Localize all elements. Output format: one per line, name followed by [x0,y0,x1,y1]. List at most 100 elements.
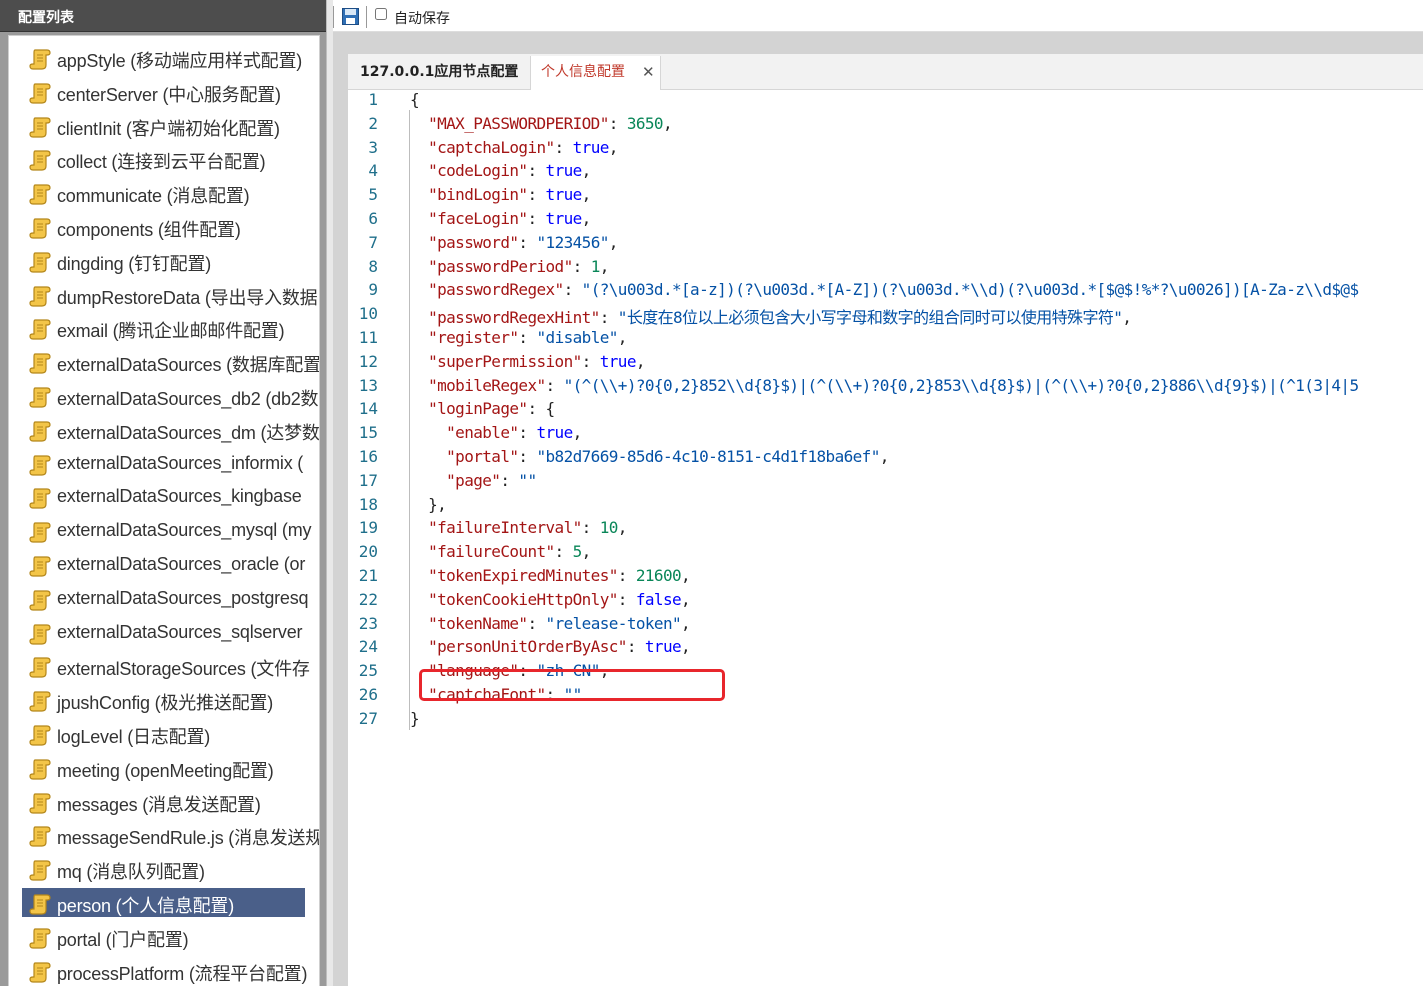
line-number: 26 [358,685,378,704]
config-item[interactable]: components (组件配置) [9,211,319,245]
code-line: "tokenCookieHttpOnly": false, [428,589,691,609]
config-item[interactable]: logLevel (日志配置) [9,718,319,752]
line-number: 14 [358,399,378,419]
config-item[interactable]: externalDataSources_postgresq [9,583,319,617]
scroll-icon [29,589,51,611]
code-line: }, [410,494,447,514]
config-item[interactable]: person (个人信息配置) [9,887,319,921]
config-item-label: jpushConfig (极光推送配置) [57,693,274,714]
line-number: 17 [358,470,378,490]
config-item-label: messages (消息发送配置) [57,794,261,815]
scroll-icon [29,318,51,340]
autosave-checkbox[interactable] [375,8,387,20]
config-item[interactable]: mq (消息队列配置) [9,853,319,887]
code-line: "faceLogin": true, [428,209,591,228]
line-number: 10 [358,304,378,324]
config-item[interactable]: portal (门户配置) [9,921,319,955]
toolbar-divider [366,6,367,28]
config-item-label: externalDataSources_mysql (my [57,520,312,541]
line-number: 3 [368,137,378,157]
config-item[interactable]: meeting (openMeeting配置) [9,752,319,786]
code-line: "passwordRegex": "(?\u003d.*[a-z])(?\u00… [428,280,1359,300]
line-number: 13 [358,375,378,395]
config-item-label: externalDataSources (数据库配置 [57,355,319,376]
tab-person-config[interactable]: 个人信息配置 ✕ [530,56,661,90]
config-item[interactable]: dingding (钉钉配置) [9,245,319,279]
scroll-icon [29,454,51,476]
config-item[interactable]: exmail (腾讯企业邮邮件配置) [9,312,319,346]
config-item[interactable]: externalDataSources_kingbase [9,481,319,515]
scroll-icon [29,420,51,442]
config-item-label: mq (消息队列配置) [57,862,205,883]
config-item-label: meeting (openMeeting配置) [57,760,274,781]
config-list-header: 配置列表 [0,0,326,32]
scroll-icon [29,690,51,712]
line-number: 5 [368,185,378,205]
code-line: "codeLogin": true, [428,161,591,181]
line-number: 23 [358,613,378,633]
line-number: 22 [358,589,378,609]
scroll-icon [29,555,51,577]
config-list[interactable]: appStyle (移动端应用样式配置) centerServer (中心服务配置… [8,35,320,986]
config-item-label: appStyle (移动端应用样式配置) [57,51,303,71]
config-item-label: communicate (消息配置) [57,186,250,207]
config-item[interactable]: jpushConfig (极光推送配置) [9,684,319,718]
config-item[interactable]: clientInit (客户端初始化配置) [9,110,319,144]
line-number: 12 [358,351,378,371]
config-item[interactable]: messageSendRule.js (消息发送规 [9,819,319,853]
line-number: 25 [358,661,378,681]
config-item-label: portal (门户配置) [57,929,189,950]
line-number: 2 [368,113,378,133]
editor-frame: 127.0.0.1应用节点配置 个人信息配置 ✕ 1 {2 "MAX_PASSWO… [348,54,1423,986]
code-line: "personUnitOrderByAsc": true, [428,637,691,657]
scroll-icon [29,758,51,780]
config-item[interactable]: externalDataSources (数据库配置 [9,346,319,380]
config-item[interactable]: messages (消息发送配置) [9,786,319,820]
code-line: "bindLogin": true, [428,185,591,205]
code-line: "failureInterval": 10, [428,518,627,538]
config-item[interactable]: externalDataSources_oracle (or [9,549,319,583]
scroll-icon [29,82,51,104]
highlight-box [419,669,725,701]
config-item[interactable]: dumpRestoreData (导出导入数据 [9,279,319,313]
config-item[interactable]: externalDataSources_informix ( [9,448,319,482]
config-item[interactable]: externalStorageSources (文件存 [9,650,319,684]
line-number: 18 [358,494,378,514]
tab-bar: 127.0.0.1应用节点配置 个人信息配置 ✕ [348,54,1423,90]
code-line: "portal": "b82d7669-85d6-4c10-8151-c4d1f… [446,447,889,466]
config-item-label: externalDataSources_db2 (db2数 [57,388,319,409]
panel-splitter[interactable] [326,0,333,986]
line-number: 8 [368,256,378,276]
scroll-icon [29,656,51,678]
config-item[interactable]: processPlatform (流程平台配置) [9,955,319,986]
scroll-icon [29,623,51,645]
line-number: 4 [368,161,378,181]
tab-app-node-config[interactable]: 127.0.0.1应用节点配置 [348,56,528,89]
scroll-icon [29,183,51,205]
editor-toolbar: 自动保存 [333,0,1423,32]
config-item[interactable]: centerServer (中心服务配置) [9,76,319,110]
close-icon[interactable]: ✕ [642,56,655,89]
code-line: "mobileRegex": "(^(\\+)?0{0,2}852\\d{8}$… [428,375,1359,395]
config-item-label: externalDataSources_oracle (or [57,553,306,574]
config-list-title: 配置列表 [18,10,74,26]
scroll-icon [29,386,51,408]
config-item[interactable]: collect (连接到云平台配置) [9,143,319,177]
config-item[interactable]: externalDataSources_mysql (my [9,515,319,549]
scroll-icon [29,48,51,70]
config-item-label: externalStorageSources (文件存 [57,659,310,680]
config-item[interactable]: communicate (消息配置) [9,177,319,211]
config-item[interactable]: appStyle (移动端应用样式配置) [9,42,319,76]
code-line: "loginPage": { [428,399,555,419]
code-line: "MAX_PASSWORDPERIOD": 3650, [428,113,673,133]
config-item-label: collect (连接到云平台配置) [57,152,266,173]
scroll-icon [29,893,51,915]
line-number: 9 [368,280,378,300]
config-item[interactable]: externalDataSources_dm (达梦数 [9,414,319,448]
scroll-icon [29,792,51,814]
code-editor[interactable]: 1 {2 "MAX_PASSWORDPERIOD": 3650, 3 "captch… [348,90,1423,986]
config-item[interactable]: externalDataSources_sqlserver [9,617,319,651]
code-line: } [410,708,420,728]
save-icon[interactable] [342,8,359,25]
config-item[interactable]: externalDataSources_db2 (db2数 [9,380,319,414]
